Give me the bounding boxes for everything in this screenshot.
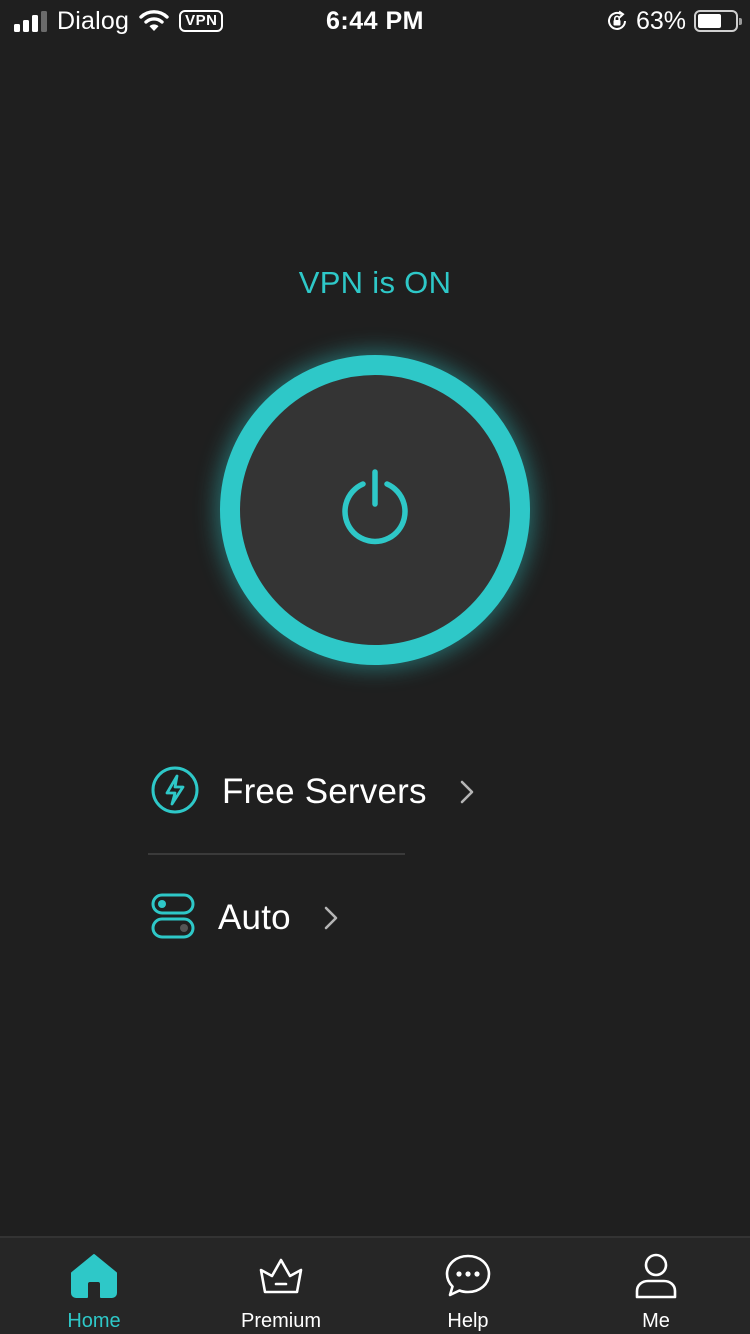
power-toggle-button[interactable]	[220, 355, 530, 665]
tab-premium[interactable]: Premium	[187, 1238, 375, 1334]
home-icon	[70, 1252, 118, 1300]
tab-me[interactable]: Me	[562, 1238, 750, 1334]
vpn-app-screen: Dialog VPN 6:44 PM 63% VPN is ON Free Se…	[0, 0, 750, 1334]
tab-me-label: Me	[642, 1310, 670, 1332]
free-servers-row[interactable]: Free Servers	[150, 766, 475, 818]
server-toggle-icon	[150, 891, 196, 946]
status-bar: Dialog VPN 6:44 PM 63%	[0, 0, 750, 40]
auto-location-label: Auto	[218, 898, 291, 937]
menu-divider	[148, 853, 405, 855]
status-bar-right: 63%	[606, 6, 742, 36]
bottom-tab-bar: Home Premium Help Me	[0, 1236, 750, 1334]
free-servers-label: Free Servers	[222, 772, 427, 811]
lightning-icon	[150, 765, 200, 820]
person-icon	[632, 1252, 680, 1300]
chat-bubble-icon	[444, 1252, 492, 1300]
tab-premium-label: Premium	[240, 1310, 321, 1332]
chevron-right-icon	[323, 905, 339, 931]
orientation-lock-icon	[606, 10, 628, 32]
tab-help-label: Help	[447, 1310, 489, 1332]
chevron-right-icon	[459, 779, 475, 805]
tab-home-label: Home	[67, 1310, 121, 1332]
tab-help[interactable]: Help	[374, 1238, 562, 1334]
tab-home[interactable]: Home	[0, 1238, 188, 1334]
vpn-connection-status: VPN is ON	[298, 265, 452, 300]
battery-percent: 63%	[635, 6, 686, 35]
auto-location-row[interactable]: Auto	[150, 892, 339, 944]
battery-icon	[694, 10, 742, 32]
power-icon	[337, 468, 413, 553]
crown-icon	[257, 1252, 305, 1300]
